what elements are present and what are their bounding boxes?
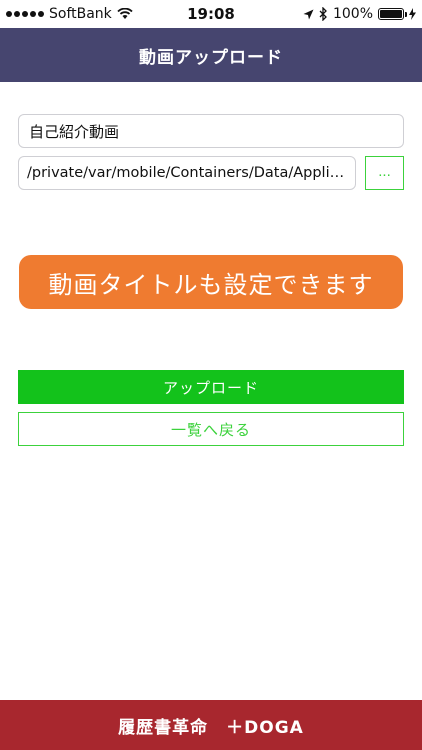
page-title: 動画アップロード [139, 47, 283, 68]
video-title-value: 自己紹介動画 [29, 122, 120, 141]
carrier-label: SoftBank [49, 6, 112, 22]
video-title-input[interactable]: 自己紹介動画 [18, 114, 404, 148]
footer-brand: 履歴書革命 ＋DOGA [118, 717, 304, 738]
status-left: SoftBank [6, 6, 133, 22]
battery-percent: 100% [332, 6, 373, 22]
location-icon [303, 9, 314, 19]
nav-bar: 動画アップロード [0, 28, 422, 82]
browse-file-button[interactable]: ... [365, 156, 404, 190]
status-right: 100% [303, 6, 416, 22]
battery-icon [378, 8, 407, 20]
bluetooth-icon [319, 7, 327, 21]
status-bar: SoftBank 19:08 100% [0, 0, 422, 28]
title-hint-tooltip: 動画タイトルも設定できます [19, 255, 403, 309]
footer-bar: 履歴書革命 ＋DOGA [0, 700, 422, 750]
file-path-value: /private/var/mobile/Containers/Data/Appl… [27, 165, 347, 181]
wifi-icon [117, 8, 133, 19]
tooltip-text: 動画タイトルも設定できます [48, 270, 374, 299]
back-to-list-button[interactable]: 一覧へ戻る [18, 412, 404, 446]
charging-icon [409, 8, 416, 20]
upload-button[interactable]: アップロード [18, 370, 404, 404]
file-path-input[interactable]: /private/var/mobile/Containers/Data/Appl… [18, 156, 356, 190]
signal-icon [6, 11, 44, 17]
